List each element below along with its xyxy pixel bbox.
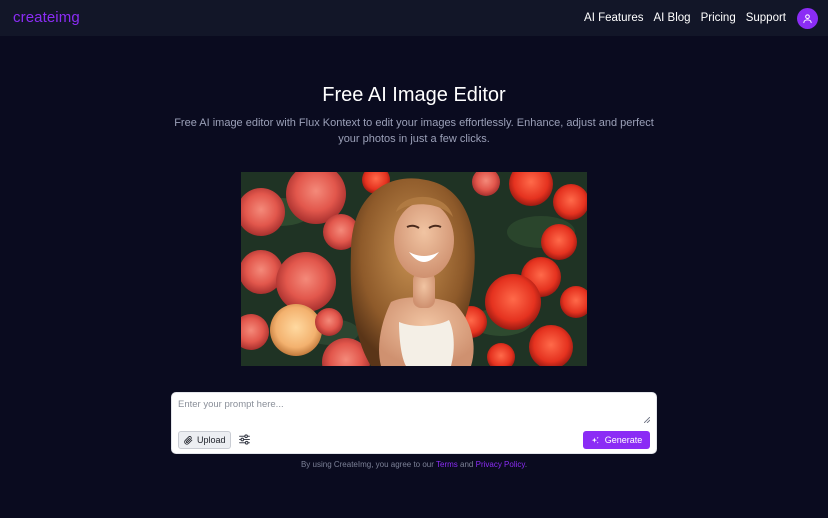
prompt-card: Upload Generate xyxy=(171,392,657,454)
resize-grip-icon[interactable] xyxy=(644,417,650,423)
generate-label: Generate xyxy=(604,435,643,445)
sliders-icon[interactable] xyxy=(238,433,251,446)
nav-link-pricing[interactable]: Pricing xyxy=(701,12,736,24)
page-title: Free AI Image Editor xyxy=(322,84,506,106)
paperclip-icon xyxy=(184,435,193,445)
top-nav: createimg AI Features AI Blog Pricing Su… xyxy=(0,0,828,36)
generate-button[interactable]: Generate xyxy=(583,431,650,449)
terms-notice: By using CreateImg, you agree to our Ter… xyxy=(0,460,828,469)
hero-image xyxy=(241,172,587,366)
terms-link[interactable]: Terms xyxy=(436,460,458,469)
privacy-policy-link[interactable]: Privacy Policy xyxy=(476,460,525,469)
brand-logo[interactable]: createimg xyxy=(13,9,80,26)
user-icon xyxy=(803,13,812,23)
nav-links: AI Features AI Blog Pricing Support xyxy=(584,0,818,36)
upload-label: Upload xyxy=(197,435,226,445)
prompt-input[interactable] xyxy=(178,399,652,425)
woman-with-roses-photo xyxy=(241,172,587,366)
terms-suffix: . xyxy=(524,460,528,469)
nav-link-support[interactable]: Support xyxy=(746,12,786,24)
terms-prefix: By using CreateImg, you agree to our xyxy=(300,460,434,469)
nav-link-ai-features[interactable]: AI Features xyxy=(584,12,643,24)
upload-button[interactable]: Upload xyxy=(178,431,231,449)
nav-link-ai-blog[interactable]: AI Blog xyxy=(653,12,690,24)
sparkle-icon xyxy=(591,436,599,443)
terms-and: and xyxy=(460,460,474,469)
page-subtitle: Free AI image editor with Flux Kontext t… xyxy=(174,117,654,145)
user-avatar-button[interactable] xyxy=(797,7,818,29)
